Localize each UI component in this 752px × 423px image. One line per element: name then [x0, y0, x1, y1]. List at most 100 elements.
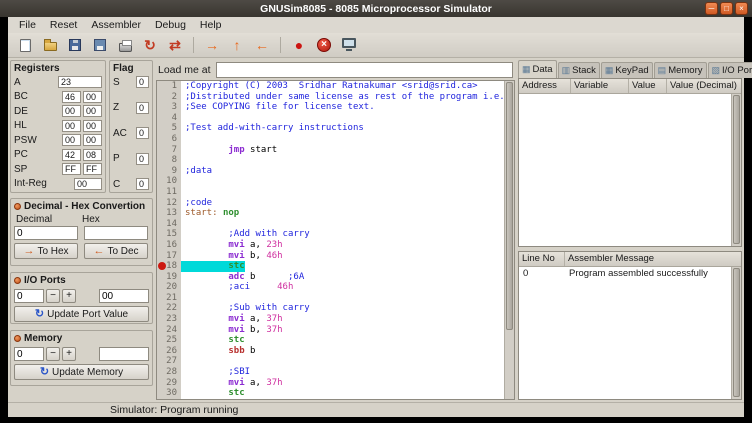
code-line[interactable]: 5;Test add-with-carry instructions — [157, 123, 504, 134]
line-number[interactable]: 16 — [157, 240, 181, 251]
io-port-decrement-button[interactable]: − — [46, 289, 60, 303]
column-header[interactable]: Line No — [519, 252, 565, 266]
expander-icon[interactable] — [14, 277, 21, 284]
line-number[interactable]: 4 — [157, 113, 181, 124]
line-number[interactable]: 19 — [157, 272, 181, 283]
flag-value[interactable]: 0 — [136, 153, 149, 165]
step-button[interactable]: ↑ — [226, 35, 248, 56]
code-line[interactable]: 4 — [157, 113, 504, 124]
scrollbar-thumb[interactable] — [733, 95, 740, 244]
line-number[interactable]: 3 — [157, 102, 181, 113]
menu-debug[interactable]: Debug — [148, 19, 193, 31]
memory-decrement-button[interactable]: − — [46, 347, 60, 361]
to-hex-button[interactable]: → To Hex — [14, 243, 78, 259]
save-as-button[interactable] — [89, 35, 111, 56]
line-number[interactable]: 25 — [157, 335, 181, 346]
memory-increment-button[interactable]: + — [62, 347, 76, 361]
code-line[interactable]: 19 adc b ;6A — [157, 272, 504, 283]
code-line[interactable]: 30 stc — [157, 388, 504, 399]
code-line[interactable]: 17 mvi b, 46h — [157, 251, 504, 262]
code-line[interactable]: 3;See COPYING file for license text. — [157, 102, 504, 113]
to-dec-button[interactable]: ← To Dec — [84, 243, 148, 259]
line-number[interactable]: 30 — [157, 388, 181, 399]
register-value[interactable]: 00 — [62, 105, 81, 117]
code-line[interactable]: 6 — [157, 134, 504, 145]
register-value[interactable]: 00 — [74, 178, 102, 190]
column-header[interactable]: Assembler Message — [565, 252, 741, 266]
expander-icon[interactable] — [14, 335, 21, 342]
assembler-message-body[interactable]: 0Program assembled successfully — [519, 267, 741, 399]
column-header[interactable]: Address — [519, 79, 571, 93]
code-line[interactable]: 27 — [157, 356, 504, 367]
tab-stack[interactable]: ▥Stack — [558, 62, 600, 78]
column-header[interactable]: Value (Decimal) — [667, 79, 741, 93]
code-line[interactable]: 24 mvi b, 37h — [157, 325, 504, 336]
line-number[interactable]: 21 — [157, 293, 181, 304]
register-value[interactable]: 00 — [83, 120, 102, 132]
code-line[interactable]: 29 mvi a, 37h — [157, 378, 504, 389]
register-value[interactable]: 00 — [83, 105, 102, 117]
close-button[interactable]: × — [735, 2, 748, 15]
line-number[interactable]: 8 — [157, 155, 181, 166]
titlebar[interactable]: GNUSim8085 - 8085 Microprocessor Simulat… — [0, 0, 752, 17]
line-number[interactable]: 23 — [157, 314, 181, 325]
line-number[interactable]: 29 — [157, 378, 181, 389]
expander-icon[interactable] — [14, 203, 21, 210]
io-port-increment-button[interactable]: + — [62, 289, 76, 303]
tab-keypad[interactable]: ▦KeyPad — [601, 62, 653, 78]
line-number[interactable]: 7 — [157, 145, 181, 156]
menu-help[interactable]: Help — [193, 19, 229, 31]
message-table-scrollbar[interactable] — [731, 267, 741, 399]
line-number[interactable]: 12 — [157, 198, 181, 209]
load-me-at-input[interactable] — [216, 62, 513, 78]
save-button[interactable] — [64, 35, 86, 56]
menu-reset[interactable]: Reset — [43, 19, 84, 31]
assemble-button[interactable]: ↻ — [139, 35, 161, 56]
maximize-button[interactable]: □ — [720, 2, 733, 15]
code-line[interactable]: 8 — [157, 155, 504, 166]
register-value[interactable]: 08 — [83, 149, 102, 161]
code-line[interactable]: 23 mvi a, 37h — [157, 314, 504, 325]
record-button[interactable]: ● — [288, 35, 310, 56]
menu-assembler[interactable]: Assembler — [84, 19, 148, 31]
register-value[interactable]: 00 — [83, 134, 102, 146]
line-number[interactable]: 22 — [157, 303, 181, 314]
code-line[interactable]: 12;code — [157, 198, 504, 209]
code-line[interactable]: 13start: nop — [157, 208, 504, 219]
open-button[interactable] — [39, 35, 61, 56]
column-header[interactable]: Variable — [571, 79, 629, 93]
code-line[interactable]: 10 — [157, 176, 504, 187]
register-value[interactable]: 00 — [83, 91, 102, 103]
update-memory-button[interactable]: ↻ Update Memory — [14, 364, 149, 380]
code-line[interactable]: 9;data — [157, 166, 504, 177]
stop-button[interactable]: × — [313, 35, 335, 56]
code-line[interactable]: 26 sbb b — [157, 346, 504, 357]
line-number[interactable]: 5 — [157, 123, 181, 134]
register-value[interactable]: FF — [62, 163, 81, 175]
io-port-value-input[interactable] — [99, 289, 149, 303]
line-number[interactable]: 15 — [157, 229, 181, 240]
line-number[interactable]: 10 — [157, 176, 181, 187]
decimal-input[interactable] — [14, 226, 78, 240]
tab-data[interactable]: ▦Data — [518, 60, 557, 78]
register-value[interactable]: 46 — [62, 91, 81, 103]
code-line[interactable]: 7 jmp start — [157, 145, 504, 156]
code-line[interactable]: 22 ;Sub with carry — [157, 303, 504, 314]
back-button[interactable]: ← — [251, 35, 273, 56]
line-number[interactable]: 27 — [157, 356, 181, 367]
breakpoint-icon[interactable] — [158, 262, 166, 270]
menu-file[interactable]: File — [12, 19, 43, 31]
flag-value[interactable]: 0 — [136, 102, 149, 114]
convert-button[interactable]: ⇄ — [164, 35, 186, 56]
assembler-message-row[interactable]: 0Program assembled successfully — [519, 267, 741, 280]
code-line[interactable]: 20 ;aci 46h — [157, 282, 504, 293]
editor-scrollbar[interactable] — [504, 81, 514, 399]
code-line[interactable]: 15 ;Add with carry — [157, 229, 504, 240]
hex-input[interactable] — [84, 226, 148, 240]
code-line[interactable]: 1;Copyright (C) 2003 Sridhar Ratnakumar … — [157, 81, 504, 92]
keypad-button[interactable] — [338, 35, 360, 56]
tab-memory[interactable]: ▤Memory — [654, 62, 707, 78]
code-line[interactable]: 14 — [157, 219, 504, 230]
io-port-number-input[interactable] — [14, 289, 44, 303]
line-number[interactable]: 20 — [157, 282, 181, 293]
